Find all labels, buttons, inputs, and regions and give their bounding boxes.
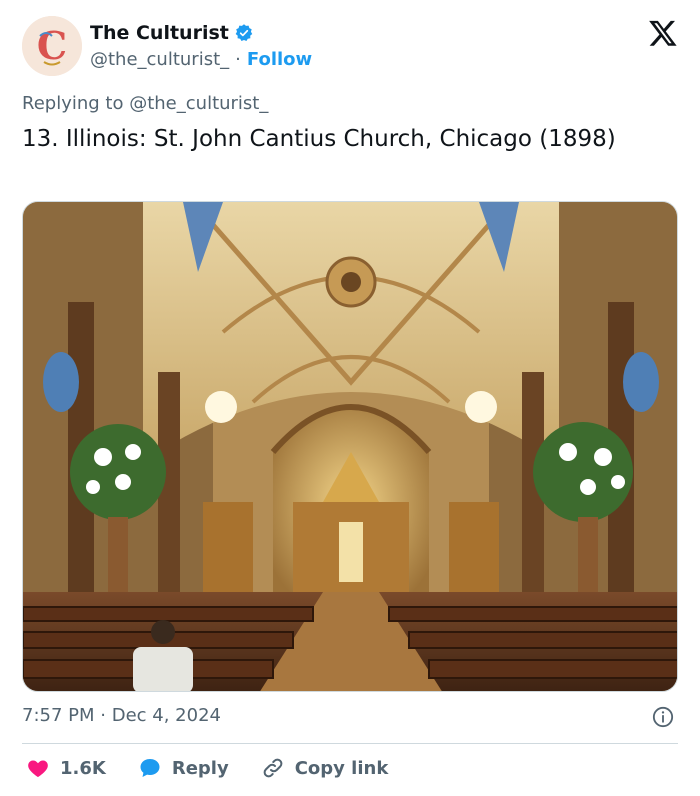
author-avatar[interactable]: C bbox=[22, 16, 82, 76]
divider bbox=[22, 743, 678, 744]
link-icon bbox=[263, 758, 283, 778]
replying-prefix: Replying to bbox=[22, 93, 124, 114]
speech-bubble-icon bbox=[140, 759, 160, 777]
x-logo-icon[interactable] bbox=[648, 18, 678, 48]
tweet-text: 13. Illinois: St. John Cantius Church, C… bbox=[22, 126, 616, 152]
handle-separator: · bbox=[235, 49, 241, 70]
timestamp-separator: · bbox=[100, 705, 106, 726]
follow-button[interactable]: Follow bbox=[247, 49, 312, 70]
tweet-time: 7:57 PM bbox=[22, 705, 95, 726]
church-interior-image bbox=[23, 202, 677, 691]
tweet-date: Dec 4, 2024 bbox=[111, 705, 221, 726]
reply-label: Reply bbox=[171, 757, 229, 779]
author-handle-row: @the_culturist_ · Follow bbox=[90, 49, 312, 70]
tweet-actions: 1.6K Reply Copy link bbox=[26, 756, 420, 780]
replying-handle[interactable]: @the_culturist_ bbox=[129, 93, 268, 114]
tweet-timestamp[interactable]: 7:57 PM · Dec 4, 2024 bbox=[22, 705, 221, 726]
author-handle[interactable]: @the_culturist_ bbox=[90, 49, 229, 70]
author-name-row[interactable]: The Culturist bbox=[90, 22, 254, 44]
verified-badge-icon bbox=[235, 24, 253, 41]
author-name[interactable]: The Culturist bbox=[90, 22, 229, 44]
replying-to: Replying to @the_culturist_ bbox=[22, 93, 268, 114]
heart-icon bbox=[28, 760, 48, 777]
culturist-logo-icon: C bbox=[22, 16, 82, 76]
copy-link-label: Copy link bbox=[294, 757, 389, 779]
avatar-letter: C bbox=[37, 23, 67, 68]
like-count: 1.6K bbox=[60, 757, 106, 779]
info-icon[interactable] bbox=[652, 706, 674, 728]
tweet-photo[interactable] bbox=[22, 201, 678, 692]
copy-link-button[interactable]: Copy link bbox=[261, 756, 389, 780]
reply-button[interactable]: Reply bbox=[138, 756, 229, 780]
like-button[interactable]: 1.6K bbox=[26, 756, 106, 780]
